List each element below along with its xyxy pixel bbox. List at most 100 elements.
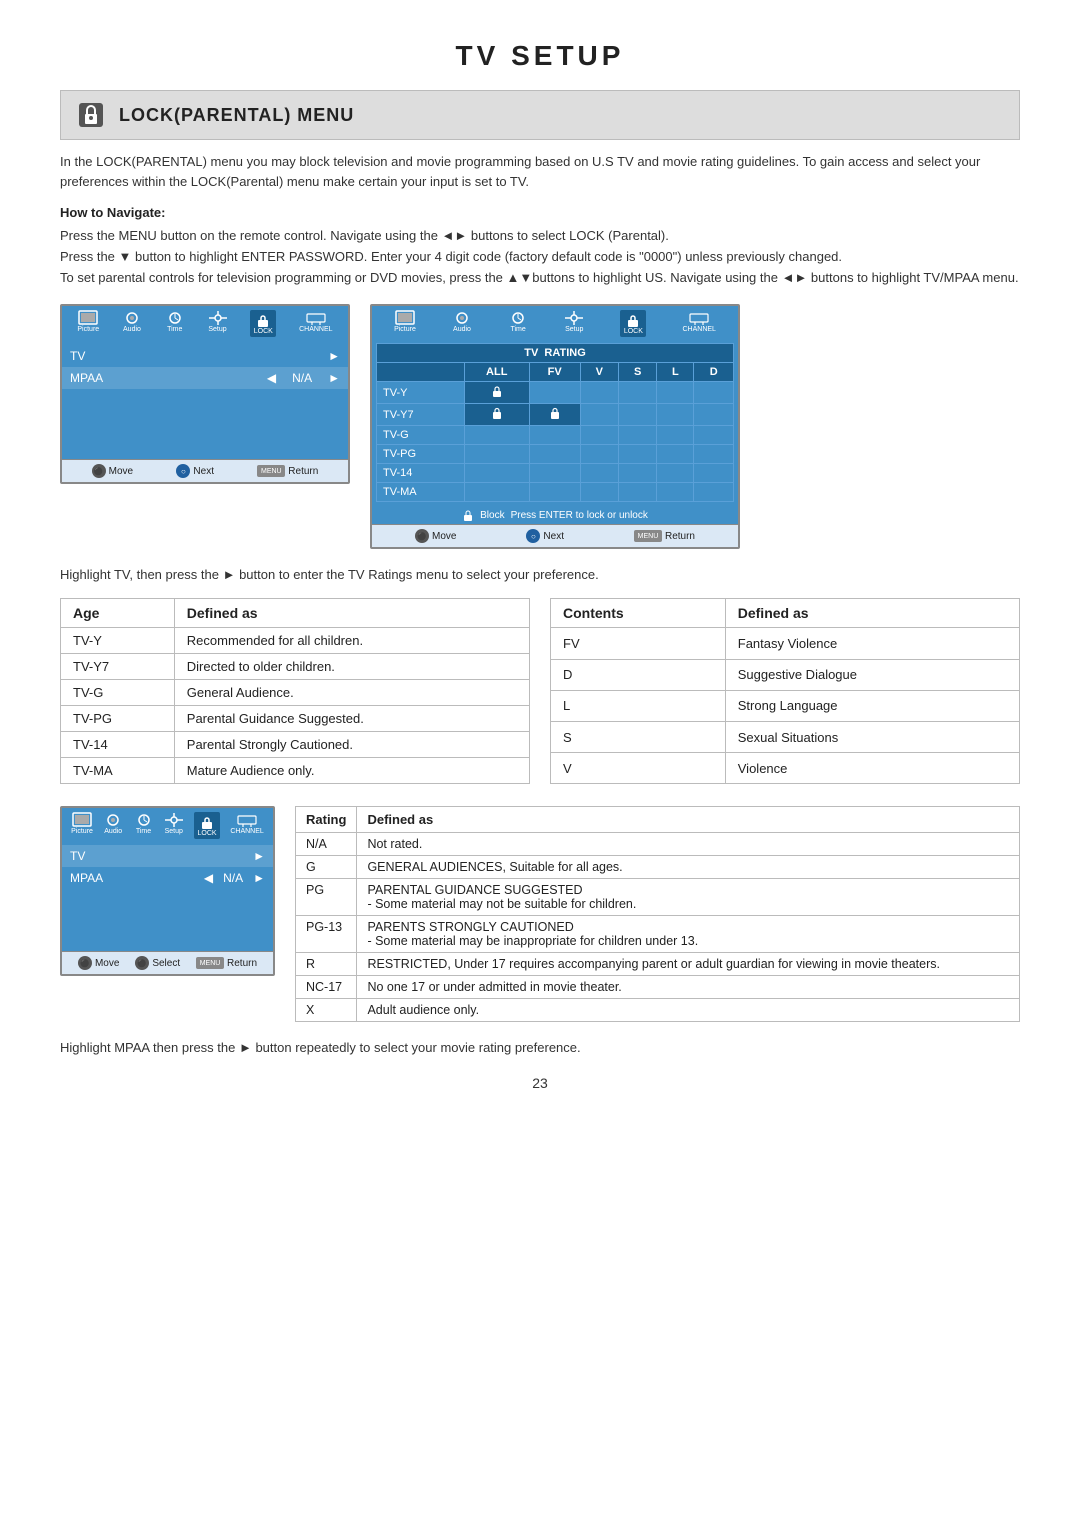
channel-tab-r: CHANNEL [682, 310, 715, 337]
menu-screens-row: Picture Audio Time Setup LOCK CHANNEL [60, 304, 1020, 549]
rating-table-row: PGPARENTAL GUIDANCE SUGGESTED- Some mate… [296, 879, 1020, 916]
setup-tab-r: Setup [564, 310, 584, 337]
age-table-row: TV-YRecommended for all children. [61, 628, 530, 654]
def-tables-row: Age Defined as TV-YRecommended for all c… [60, 598, 1020, 784]
age-table-row: TV-14Parental Strongly Cautioned. [61, 732, 530, 758]
menu-body-bottom: TV ► MPAA ◀ N/A ► [62, 841, 273, 951]
picture-tab-b: Picture [71, 812, 93, 839]
rating-defined-as-header: Defined as [357, 807, 1020, 833]
age-defined-cell: Parental Strongly Cautioned. [174, 732, 529, 758]
block-notice: Block [480, 510, 504, 521]
time-tab-r: Time [508, 310, 528, 337]
age-cell: TV-14 [61, 732, 175, 758]
rating-table-row: NC-17No one 17 or under admitted in movi… [296, 976, 1020, 999]
lock-tab: LOCK [250, 310, 276, 337]
age-table-row: TV-MAMature Audience only. [61, 758, 530, 784]
age-defined-cell: Parental Guidance Suggested. [174, 706, 529, 732]
age-defined-cell: General Audience. [174, 680, 529, 706]
bottom-section: Picture Audio Time Setup LOCK CHANNEL [60, 806, 1020, 1022]
tv-row-b: TV ► [62, 845, 273, 867]
picture-tab-r: Picture [394, 310, 416, 337]
content-defined-cell: Violence [725, 753, 1019, 784]
age-cell: TV-MA [61, 758, 175, 784]
rating-col-header: Rating [296, 807, 357, 833]
contents-defined-as-header: Defined as [725, 599, 1019, 628]
contents-table: Contents Defined as FVFantasy ViolenceDS… [550, 598, 1020, 784]
audio-tab-r: Audio [452, 310, 472, 337]
footer-return: MENU Return [257, 464, 318, 478]
content-cell: D [551, 659, 726, 690]
how-to-navigate-label: How to Navigate: [60, 205, 1020, 220]
mpaa-row-b: MPAA ◀ N/A ► [62, 867, 273, 889]
channel-tab: CHANNEL [299, 310, 332, 337]
age-table: Age Defined as TV-YRecommended for all c… [60, 598, 530, 784]
content-defined-cell: Strong Language [725, 690, 1019, 721]
menu-footer-bottom: ⚫ Move ⚫ Select MENU Return [62, 951, 273, 974]
rating-cell: X [296, 999, 357, 1022]
rating-table-row: XAdult audience only. [296, 999, 1020, 1022]
rating-table-container: TV RATING ALLFVVSLD TV-Y [372, 339, 738, 506]
footer-next: ○ Next [176, 464, 214, 478]
highlight-instruction-2: Highlight MPAA then press the ► button r… [60, 1040, 1020, 1055]
nav-instruction-2: Press the ▼ button to highlight ENTER PA… [60, 247, 1020, 268]
age-cell: TV-G [61, 680, 175, 706]
rating-row-tvg: TV-G [377, 426, 734, 445]
footer-return-b: MENU Return [196, 956, 257, 970]
page-title: TV SETUP [60, 40, 1020, 72]
nav-instruction-3: To set parental controls for television … [60, 268, 1020, 289]
contents-table-row: SSexual Situations [551, 721, 1020, 752]
audio-tab-b: Audio [103, 812, 123, 839]
menu-footer-right: ⚫ Move ○ Next MENU Return [372, 524, 738, 547]
age-defined-cell: Recommended for all children. [174, 628, 529, 654]
intro-text: In the LOCK(PARENTAL) menu you may block… [60, 152, 1020, 191]
nav-instructions: Press the MENU button on the remote cont… [60, 226, 1020, 288]
lock-tab-b: LOCK [194, 812, 220, 839]
content-cell: L [551, 690, 726, 721]
rating-table-row: RRESTRICTED, Under 17 requires accompany… [296, 953, 1020, 976]
tv-row: TV ► [62, 345, 348, 367]
audio-tab: Audio [122, 310, 142, 337]
rating-row-tv14: TV-14 [377, 464, 734, 483]
rating-cell: NC-17 [296, 976, 357, 999]
rating-defined-cell: Adult audience only. [357, 999, 1020, 1022]
age-table-row: TV-GGeneral Audience. [61, 680, 530, 706]
content-defined-cell: Suggestive Dialogue [725, 659, 1019, 690]
rating-cell: PG-13 [296, 916, 357, 953]
rating-table: TV RATING ALLFVVSLD TV-Y [376, 343, 734, 502]
content-defined-cell: Fantasy Violence [725, 628, 1019, 659]
setup-tab: Setup [208, 310, 228, 337]
menu-screen-left: Picture Audio Time Setup LOCK CHANNEL [60, 304, 350, 484]
menu-body-left: TV ► MPAA ◀ N/A ► [62, 339, 348, 459]
age-cell: TV-Y7 [61, 654, 175, 680]
rating-cell: R [296, 953, 357, 976]
block-icon [462, 509, 474, 521]
footer-next-r: ○ Next [526, 529, 564, 543]
setup-tab-b: Setup [164, 812, 184, 839]
footer-move-r: ⚫ Move [415, 529, 456, 543]
age-table-row: TV-Y7Directed to older children. [61, 654, 530, 680]
age-defined-cell: Directed to older children. [174, 654, 529, 680]
time-tab: Time [165, 310, 185, 337]
menu-footer-left: ⚫ Move ○ Next MENU Return [62, 459, 348, 482]
content-defined-cell: Sexual Situations [725, 721, 1019, 752]
picture-tab: Picture [77, 310, 99, 337]
rating-defined-cell: GENERAL AUDIENCES, Suitable for all ages… [357, 856, 1020, 879]
contents-table-row: DSuggestive Dialogue [551, 659, 1020, 690]
page-number: 23 [60, 1075, 1020, 1091]
age-table-row: TV-PGParental Guidance Suggested. [61, 706, 530, 732]
contents-col-header: Contents [551, 599, 726, 628]
rating-row-tvy: TV-Y [377, 382, 734, 404]
content-cell: V [551, 753, 726, 784]
footer-return-r: MENU Return [634, 529, 695, 543]
age-cell: TV-PG [61, 706, 175, 732]
rating-defined-cell: RESTRICTED, Under 17 requires accompanyi… [357, 953, 1020, 976]
content-cell: S [551, 721, 726, 752]
nav-instruction-1: Press the MENU button on the remote cont… [60, 226, 1020, 247]
rating-table-row: GGENERAL AUDIENCES, Suitable for all age… [296, 856, 1020, 879]
age-col-header: Age [61, 599, 175, 628]
rating-defined-cell: PARENTAL GUIDANCE SUGGESTED- Some materi… [357, 879, 1020, 916]
contents-table-row: LStrong Language [551, 690, 1020, 721]
highlight-instruction-1: Highlight TV, then press the ► button to… [60, 567, 1020, 582]
age-cell: TV-Y [61, 628, 175, 654]
rating-defined-cell: Not rated. [357, 833, 1020, 856]
